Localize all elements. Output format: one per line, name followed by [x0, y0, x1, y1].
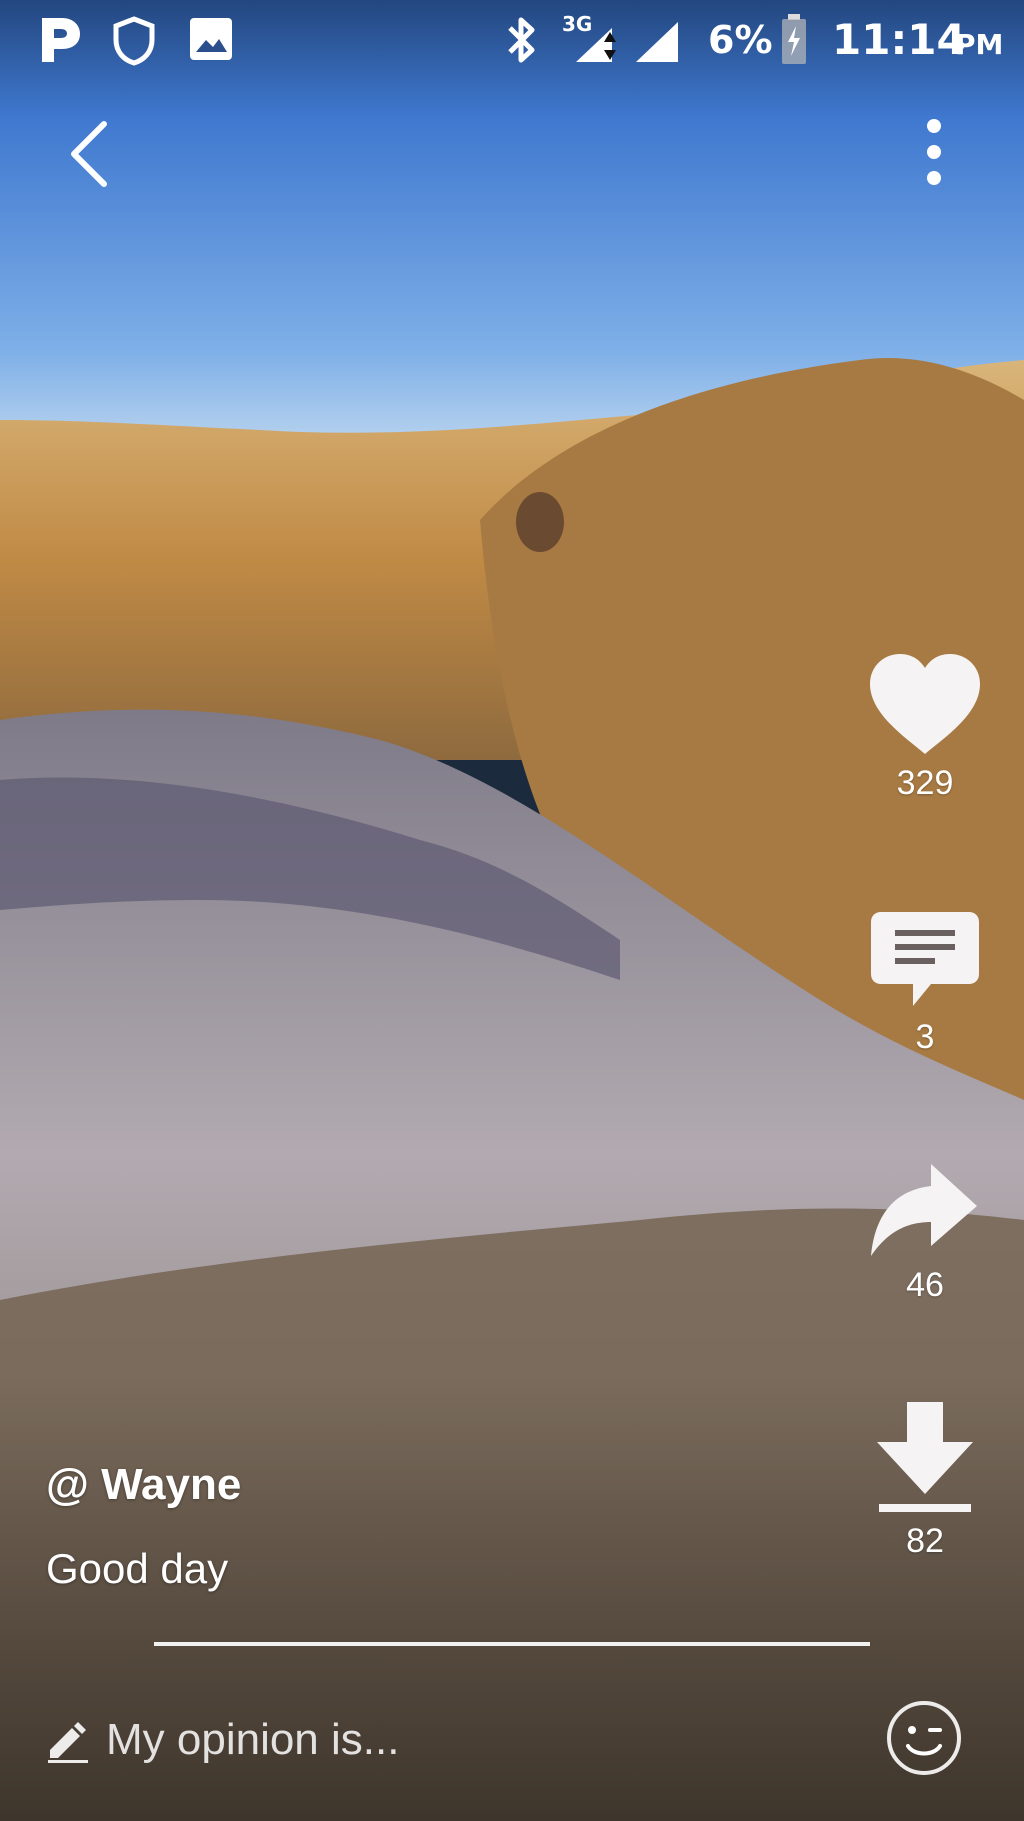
more-options-button[interactable] [912, 112, 956, 196]
shield-icon [113, 16, 155, 66]
download-icon [877, 1402, 973, 1512]
pencil-icon [48, 1722, 88, 1763]
download-button[interactable]: 82 [860, 1400, 990, 1561]
comment-count: 3 [915, 1018, 935, 1056]
parking-app-icon [42, 18, 80, 62]
comment-input[interactable]: My opinion is... [44, 1700, 984, 1780]
author-name[interactable]: @ Wayne [46, 1460, 241, 1510]
like-count: 329 [896, 764, 954, 802]
video-progress-bar[interactable] [154, 1642, 870, 1646]
clock-ampm: PM [955, 28, 1004, 61]
like-button[interactable]: 329 [860, 652, 990, 803]
comment-icon [871, 912, 979, 1006]
back-button[interactable] [56, 112, 120, 196]
share-arrow-icon [871, 1164, 977, 1256]
bluetooth-icon [508, 17, 535, 63]
comment-placeholder: My opinion is... [106, 1715, 400, 1764]
download-count: 82 [906, 1522, 944, 1560]
battery-charging-icon [782, 14, 806, 64]
share-button[interactable]: 46 [860, 1160, 990, 1305]
share-count: 46 [906, 1266, 944, 1304]
post-caption: Good day [46, 1545, 229, 1592]
cellular-signal-icon [636, 22, 678, 62]
smiley-icon [887, 1701, 961, 1775]
chevron-left-icon [71, 121, 107, 187]
more-vertical-icon [927, 119, 941, 185]
clock-time: 11:14 [832, 15, 966, 64]
mobile-data-signal-icon [576, 28, 616, 62]
gallery-icon [190, 18, 232, 60]
battery-percent: 6% [708, 18, 773, 62]
status-bar: 3G 6% 11:14 PM [0, 0, 1024, 82]
emoji-button[interactable] [884, 1698, 964, 1778]
comment-button[interactable]: 3 [860, 908, 990, 1057]
heart-icon [870, 654, 980, 754]
